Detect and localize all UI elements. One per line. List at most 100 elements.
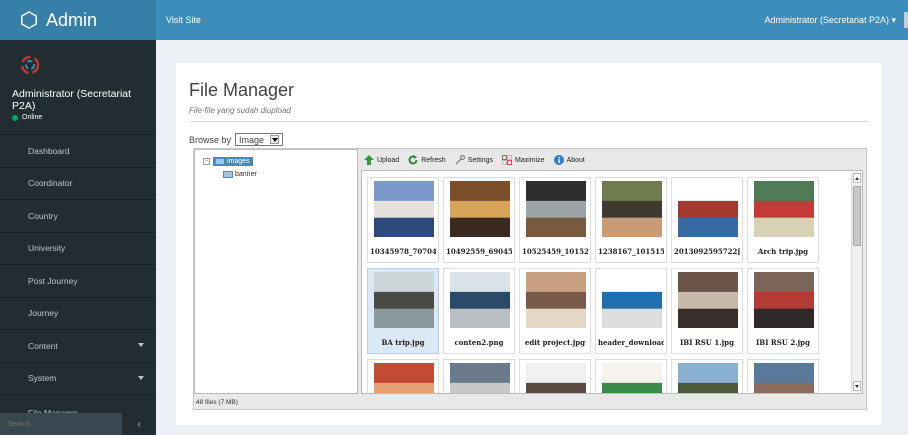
file-tile[interactable]: BA trip.jpg bbox=[367, 268, 439, 354]
content-box: File Manager File-file yang sudah diuplo… bbox=[176, 63, 882, 425]
collapse-toggle-icon[interactable]: − bbox=[203, 158, 210, 165]
file-thumbnail bbox=[374, 363, 434, 393]
app-title: Admin bbox=[46, 9, 98, 30]
file-grid-scrollbar[interactable] bbox=[851, 172, 862, 392]
caret-down-icon bbox=[138, 375, 144, 380]
caret-down-icon bbox=[138, 343, 144, 347]
sidebar-item-country[interactable]: Country bbox=[0, 200, 156, 233]
file-name: edit project.jpg bbox=[524, 338, 586, 347]
file-tile[interactable] bbox=[519, 359, 591, 393]
page-title: File Manager bbox=[189, 80, 295, 100]
dropdown-arrow-icon bbox=[270, 135, 280, 144]
tree-item-label: banner bbox=[235, 171, 257, 178]
file-name: IBI RSU 1.jpg bbox=[680, 338, 734, 347]
file-grid-panel: 10345978_70704! 10492559_69045( 10525459_1… bbox=[361, 170, 863, 394]
file-count-status: 48 files (7 MB) bbox=[196, 399, 238, 406]
file-tile[interactable]: IBI RSU 1.jpg bbox=[671, 268, 743, 354]
about-icon bbox=[553, 155, 564, 165]
sidebar-item-label: Post Journey bbox=[28, 275, 78, 286]
file-thumbnail bbox=[602, 363, 662, 393]
account-menu[interactable]: Administrator (Secretariat P2A) ▾ bbox=[764, 0, 896, 40]
sidebar-item-journey[interactable]: Journey bbox=[0, 298, 156, 330]
file-name: 10525459_10152 bbox=[522, 247, 588, 256]
file-name: 1238167_101515( bbox=[598, 247, 664, 256]
file-tile[interactable]: edit project.jpg bbox=[519, 268, 591, 354]
file-thumbnail bbox=[754, 181, 814, 237]
refresh-button[interactable]: Refresh bbox=[408, 155, 446, 165]
top-navbar: Admin Visit Site Administrator (Secretar… bbox=[0, 0, 908, 40]
file-tile[interactable] bbox=[367, 359, 439, 393]
upload-icon bbox=[364, 155, 374, 165]
file-tile[interactable]: 1238167_101515( bbox=[595, 177, 667, 263]
file-tile[interactable] bbox=[595, 359, 667, 393]
settings-button[interactable]: Settings bbox=[455, 155, 493, 165]
sidebar: Administrator (Secretariat P2A) Online D… bbox=[0, 40, 156, 435]
browse-select[interactable]: Image bbox=[235, 133, 284, 146]
search-input[interactable] bbox=[0, 413, 122, 435]
collapse-chevron-left-icon[interactable]: ‹ bbox=[122, 413, 156, 435]
sidebar-item-post-journey[interactable]: Post Journey bbox=[0, 265, 156, 298]
file-name: 2013092595722[1 bbox=[674, 247, 740, 256]
tree-item-images[interactable]: images bbox=[213, 157, 253, 166]
settings-icon bbox=[455, 155, 465, 165]
file-thumbnail bbox=[374, 181, 434, 237]
tree-root[interactable]: − images bbox=[203, 157, 253, 166]
sidebar-item-content[interactable]: Content bbox=[0, 330, 156, 363]
sidebar-item-label: System bbox=[28, 373, 57, 384]
maximize-button[interactable]: Maximize bbox=[502, 155, 545, 165]
visit-site-link[interactable]: Visit Site bbox=[166, 0, 201, 40]
sidebar-item-label: Dashboard bbox=[28, 145, 70, 156]
sidebar-item-label: Country bbox=[28, 210, 58, 221]
file-tile[interactable]: 10492559_69045( bbox=[443, 177, 515, 263]
user-panel: Administrator (Secretariat P2A) Online bbox=[0, 40, 156, 135]
browse-by: Browse by Image bbox=[189, 133, 284, 146]
maximize-label: Maximize bbox=[515, 156, 545, 164]
file-tile[interactable] bbox=[443, 359, 515, 393]
hexagon-icon bbox=[21, 11, 37, 29]
file-grid: 10345978_70704! 10492559_69045( 10525459_1… bbox=[367, 177, 847, 393]
file-tile[interactable]: 2013092595722[1 bbox=[671, 177, 743, 263]
file-tile[interactable]: header_download bbox=[595, 268, 667, 354]
app-logo[interactable]: Admin bbox=[0, 0, 156, 40]
file-thumbnail bbox=[678, 272, 738, 328]
file-thumbnail bbox=[678, 363, 738, 393]
file-manager: − images banner 48 files (7 MB) Upload R… bbox=[193, 148, 867, 410]
file-thumbnail bbox=[678, 181, 738, 237]
sidebar-item-university[interactable]: University bbox=[0, 233, 156, 265]
maximize-icon bbox=[502, 155, 512, 165]
scroll-up-icon[interactable] bbox=[853, 173, 861, 183]
sidebar-item-dashboard[interactable]: Dashboard bbox=[0, 135, 156, 168]
sidebar-menu: Dashboard Coordinator Country University Pos… bbox=[0, 135, 156, 395]
upload-button[interactable]: Upload bbox=[364, 155, 399, 165]
settings-label: Settings bbox=[467, 156, 493, 164]
file-tile[interactable]: IBI RSU 2.jpg bbox=[747, 268, 819, 354]
scroll-down-icon[interactable] bbox=[853, 381, 861, 391]
file-tile[interactable]: conten2.png bbox=[443, 268, 515, 354]
file-name: Arch trip.jpg bbox=[757, 247, 809, 256]
file-name: BA trip.jpg bbox=[381, 338, 425, 347]
refresh-label: Refresh bbox=[421, 156, 446, 164]
user-name: Administrator (Secretariat P2A) bbox=[12, 88, 132, 112]
scroll-thumb[interactable] bbox=[853, 186, 861, 246]
file-thumbnail bbox=[450, 272, 510, 328]
file-tile[interactable]: 10345978_70704! bbox=[367, 177, 439, 263]
about-label: About bbox=[566, 156, 585, 164]
browse-label: Browse by bbox=[189, 134, 232, 145]
page-subtitle: File-file yang sudah diupload bbox=[189, 106, 291, 115]
divider bbox=[189, 121, 869, 122]
window-scrollbar[interactable] bbox=[904, 12, 908, 28]
sidebar-item-label: Content bbox=[28, 340, 58, 351]
about-button[interactable]: About bbox=[553, 155, 585, 165]
file-tile[interactable] bbox=[671, 359, 743, 393]
file-tile[interactable] bbox=[747, 359, 819, 393]
sidebar-item-system[interactable]: System bbox=[0, 363, 156, 395]
file-name: conten2.png bbox=[454, 338, 504, 347]
file-tile[interactable]: 10525459_10152 bbox=[519, 177, 591, 263]
online-dot-icon bbox=[12, 114, 18, 121]
tree-item-banner[interactable]: banner bbox=[223, 171, 257, 178]
file-thumbnail bbox=[374, 272, 434, 328]
file-thumbnail bbox=[526, 363, 586, 393]
file-name: 10492559_69045( bbox=[446, 247, 512, 256]
sidebar-item-coordinator[interactable]: Coordinator bbox=[0, 168, 156, 200]
file-tile[interactable]: Arch trip.jpg bbox=[747, 177, 819, 263]
